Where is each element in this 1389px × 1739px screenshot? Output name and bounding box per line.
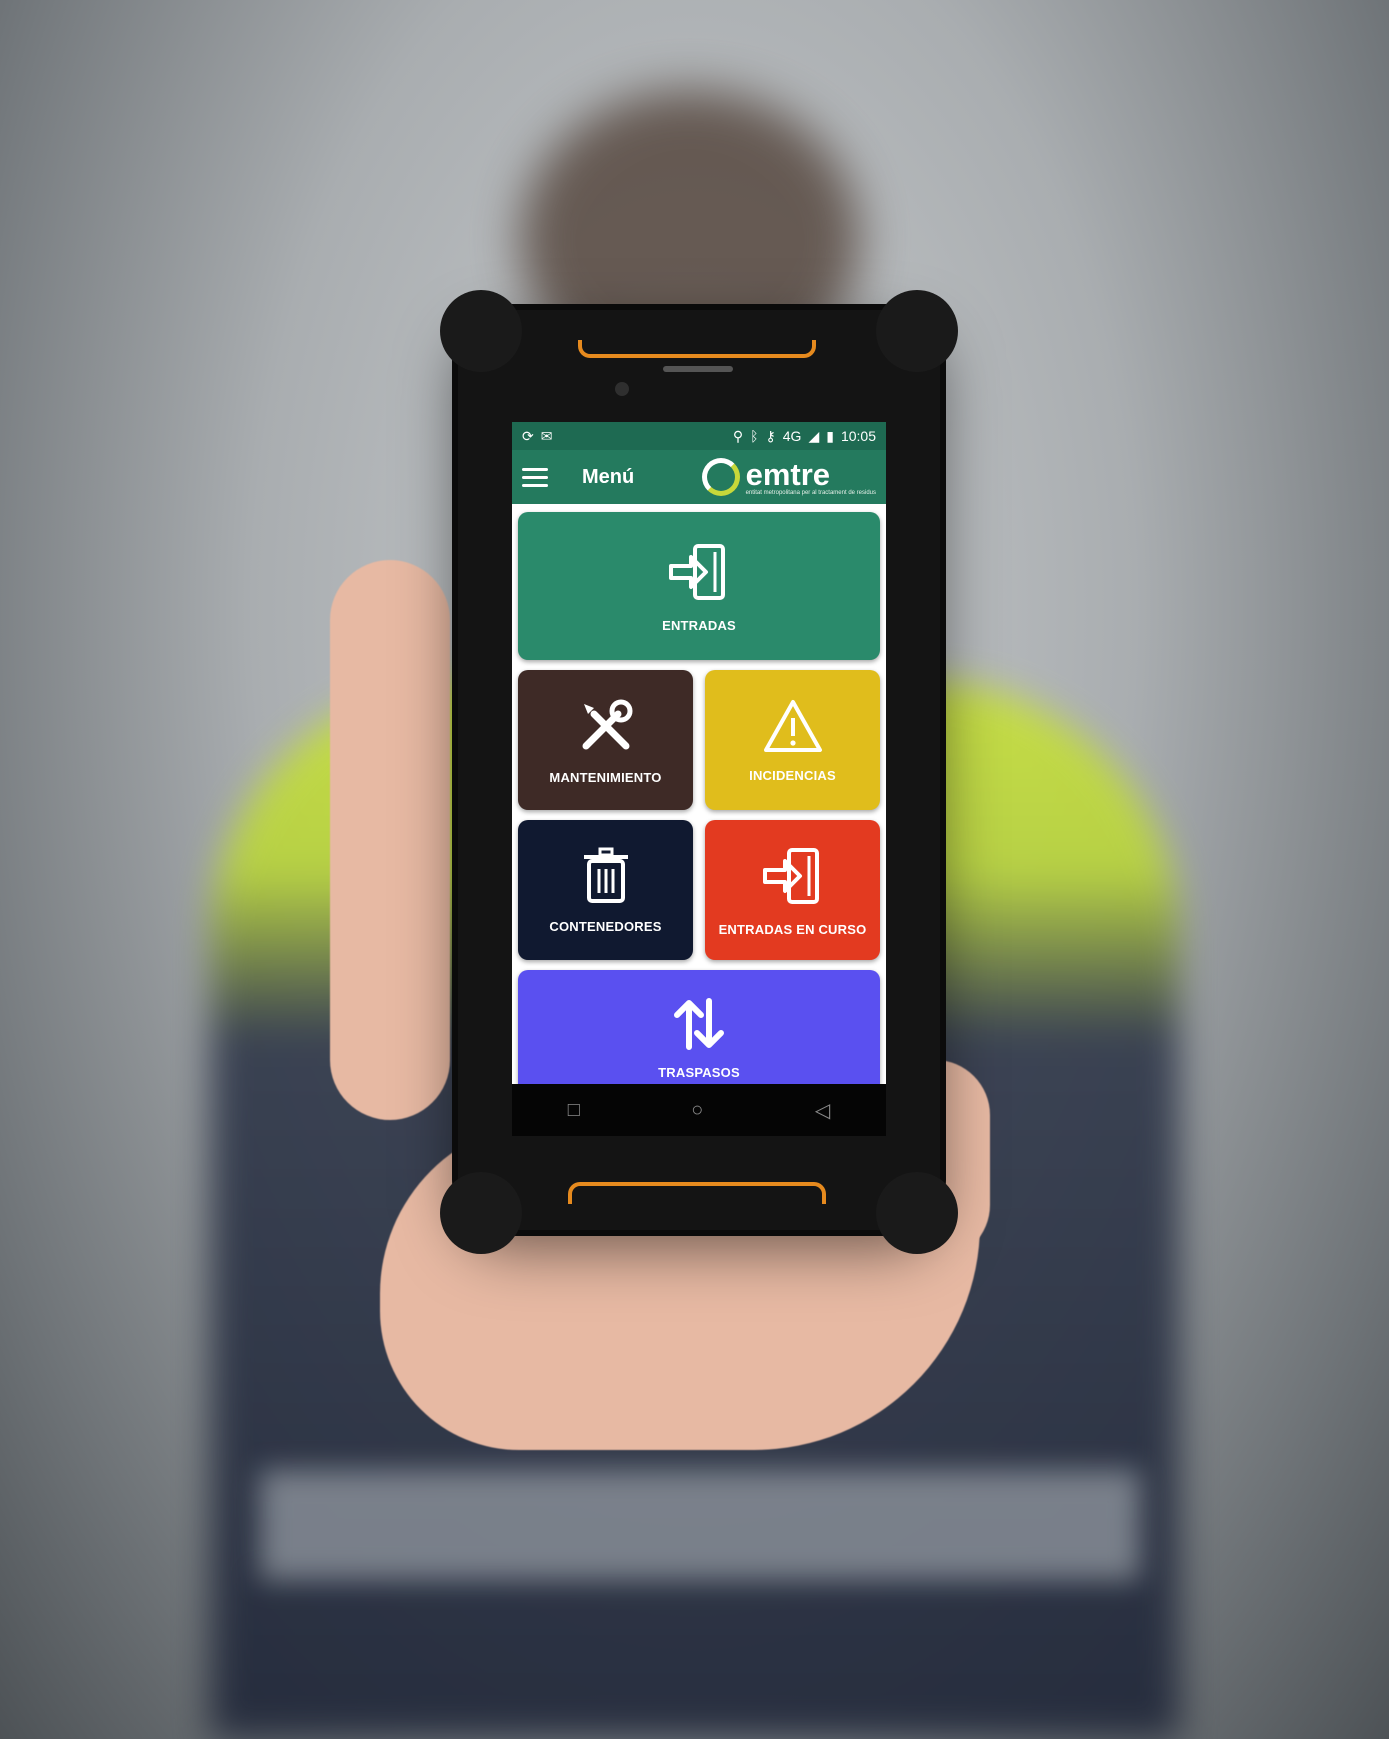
background-jacket-stripe xyxy=(260,1470,1140,1580)
contenedores-label: CONTENEDORES xyxy=(549,918,662,934)
bumper-top-left xyxy=(440,290,522,372)
trash-icon xyxy=(583,847,628,903)
back-icon[interactable]: ◁ xyxy=(815,1098,830,1123)
sign-in-icon xyxy=(762,847,819,904)
traspasos-label: TRASPASOS xyxy=(658,1064,740,1080)
bumper-bottom-left xyxy=(440,1172,522,1254)
phone-accent-top xyxy=(578,340,816,358)
contenedores-tile[interactable]: CONTENEDORES xyxy=(518,820,693,960)
mail-icon: ✉ xyxy=(540,427,553,444)
swap-vertical-icon xyxy=(674,997,724,1050)
bluetooth-icon: ᛒ xyxy=(750,428,759,444)
app-bar: Menú emtre entitat metropolitana per al … xyxy=(512,450,886,504)
mantenimiento-label: MANTENIMIENTO xyxy=(549,769,662,785)
logo-word: emtre xyxy=(745,456,831,492)
key-icon: ⚷ xyxy=(765,427,776,444)
page-title: Menú xyxy=(582,465,635,488)
clock: 10:05 xyxy=(840,428,876,444)
signal-icon: ◢ xyxy=(808,427,820,444)
bumper-bottom-right xyxy=(876,1172,958,1254)
incidencias-tile[interactable]: INCIDENCIAS xyxy=(705,670,880,810)
emtre-logo: emtre entitat metropolitana per al tract… xyxy=(701,456,876,496)
hamburger-menu-icon[interactable] xyxy=(522,467,548,487)
app-screen: ⟳ ✉ ⚲ ᛒ ⚷ 4G ◢ ▮ 10:05 Menú emtre entita… xyxy=(512,422,886,1084)
hand-fingers-left xyxy=(330,560,450,1120)
phone-accent-bottom xyxy=(568,1182,826,1204)
android-nav-bar: □ ○ ◁ xyxy=(512,1084,886,1136)
rugged-phone: ⟳ ✉ ⚲ ᛒ ⚷ 4G ◢ ▮ 10:05 Menú emtre entita… xyxy=(440,290,958,1254)
tools-icon xyxy=(582,699,632,749)
entradas-en-curso-tile[interactable]: ENTRADAS EN CURSO xyxy=(705,820,880,960)
menu-tiles: ENTRADAS MANTENIMIENTO INCIDENCIAS CONTE… xyxy=(512,504,886,1084)
logo-mark-icon xyxy=(701,458,740,496)
logo-tagline: entitat metropolitana per al tractament … xyxy=(745,489,876,496)
warning-icon xyxy=(763,699,822,752)
status-bar: ⟳ ✉ ⚲ ᛒ ⚷ 4G ◢ ▮ 10:05 xyxy=(512,422,886,450)
earpiece xyxy=(663,366,733,372)
network-label: 4G xyxy=(782,428,802,444)
entradas-tile[interactable]: ENTRADAS xyxy=(518,512,880,660)
location-icon: ⚲ xyxy=(732,427,744,444)
mantenimiento-tile[interactable]: MANTENIMIENTO xyxy=(518,670,693,810)
sign-in-icon xyxy=(669,543,725,600)
front-camera xyxy=(615,382,629,396)
entradas-label: ENTRADAS xyxy=(662,617,736,633)
sync-icon: ⟳ xyxy=(522,427,534,444)
home-icon[interactable]: ○ xyxy=(691,1099,703,1122)
battery-icon: ▮ xyxy=(826,427,834,444)
incidencias-label: INCIDENCIAS xyxy=(749,767,836,783)
traspasos-tile[interactable]: TRASPASOS xyxy=(518,970,880,1084)
recents-icon[interactable]: □ xyxy=(568,1099,580,1122)
bumper-top-right xyxy=(876,290,958,372)
entradas-en-curso-label: ENTRADAS EN CURSO xyxy=(718,921,867,937)
